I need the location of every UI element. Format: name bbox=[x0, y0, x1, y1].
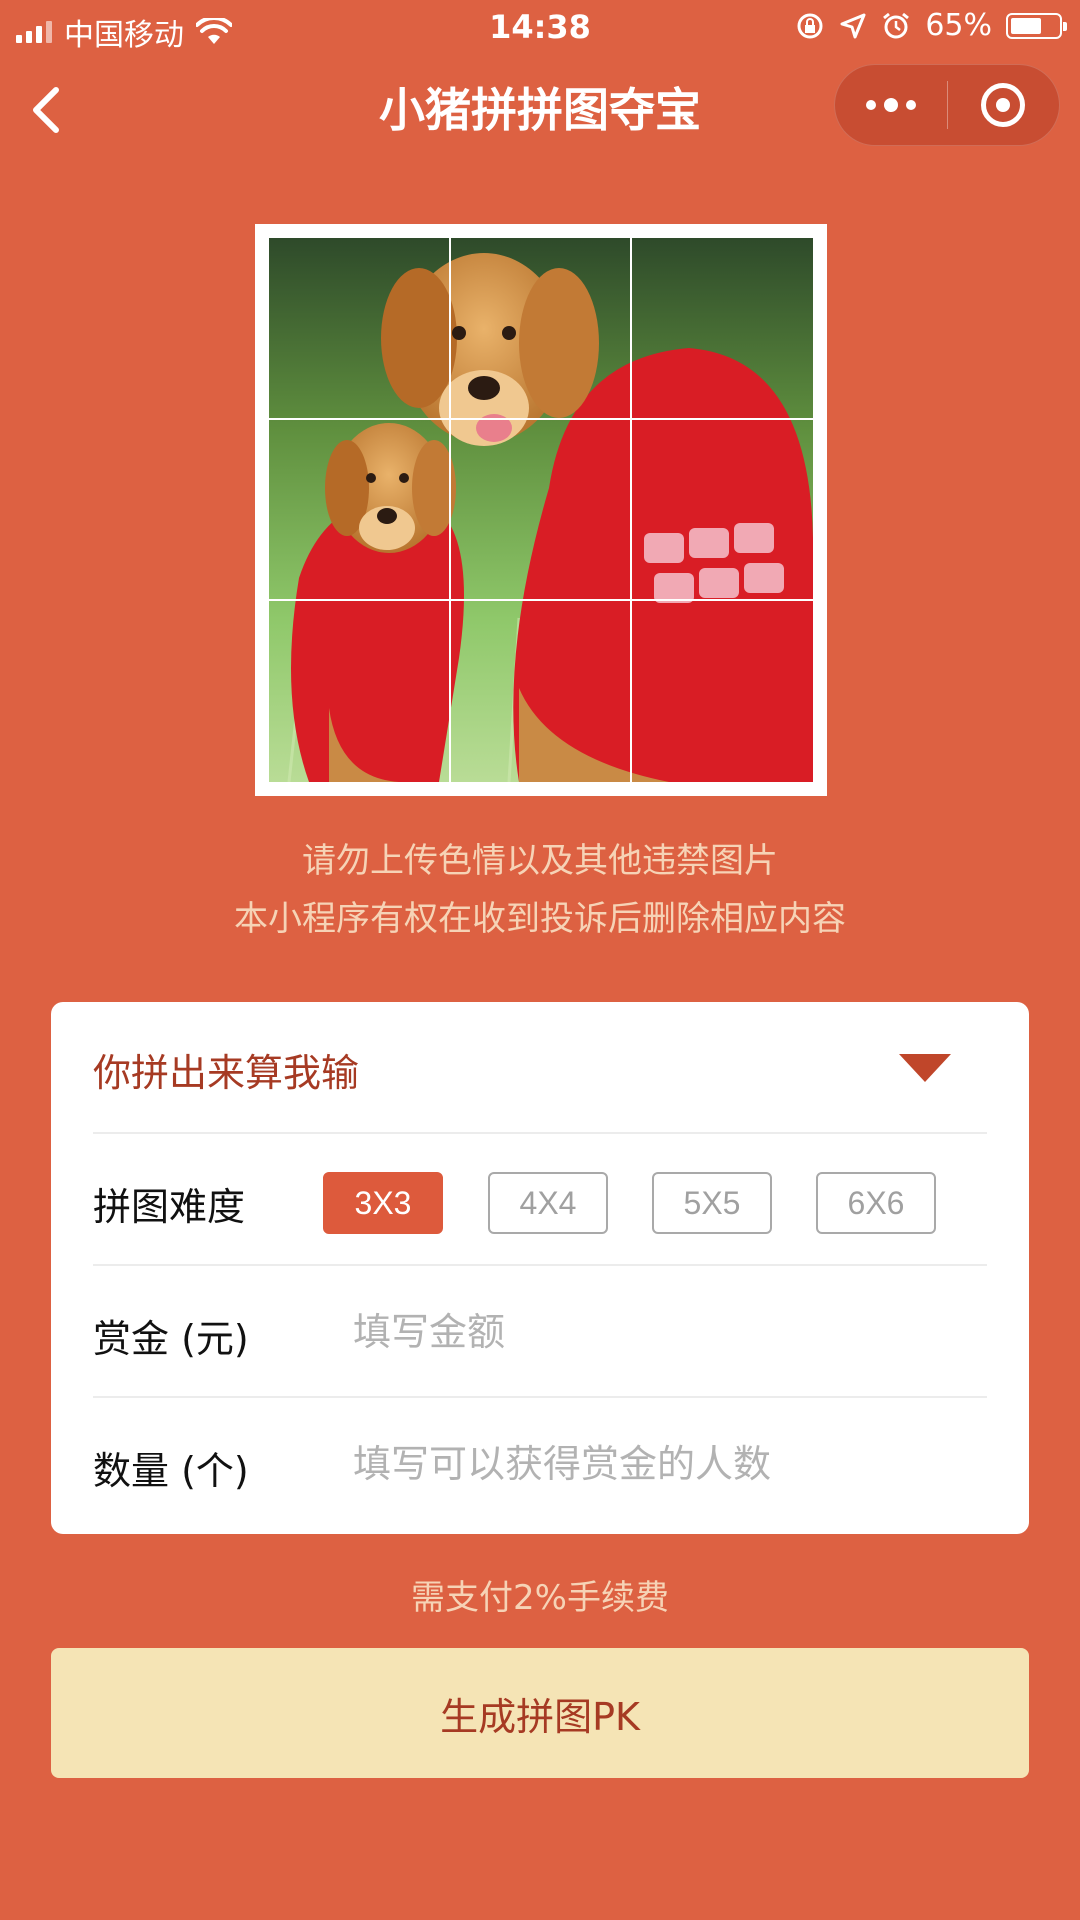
difficulty-option-6x6[interactable]: 6X6 bbox=[816, 1172, 936, 1234]
puzzle-image bbox=[269, 238, 813, 782]
difficulty-row: 拼图难度 3X3 4X4 5X5 6X6 bbox=[93, 1134, 987, 1266]
nav-bar: 小猪拼拼图夺宝 bbox=[0, 56, 1080, 156]
target-circle-icon bbox=[981, 83, 1026, 127]
grid-line bbox=[449, 238, 451, 782]
fee-note: 需支付2%手续费 bbox=[411, 1578, 669, 1618]
bounty-row: 赏金 (元) bbox=[93, 1266, 987, 1398]
battery-percent: 65% bbox=[925, 8, 992, 43]
status-right: 65% bbox=[795, 8, 1067, 43]
battery-fill bbox=[1011, 17, 1041, 34]
bounty-label: 赏金 (元) bbox=[93, 1317, 249, 1361]
close-button[interactable] bbox=[948, 65, 1060, 145]
count-label: 数量 (个) bbox=[93, 1449, 249, 1493]
generate-puzzle-pk-button[interactable]: 生成拼图PK bbox=[51, 1648, 1029, 1778]
settings-card: 你拼出来算我输 拼图难度 3X3 4X4 5X5 6X6 赏金 (元) 数量 (… bbox=[51, 1002, 1029, 1534]
grid-line bbox=[269, 418, 813, 420]
status-bar: 中国移动 14:38 65% bbox=[0, 0, 1080, 56]
upload-notice: 请勿上传色情以及其他违禁图片 本小程序有权在收到投诉后删除相应内容 bbox=[0, 832, 1080, 948]
mode-selector[interactable]: 你拼出来算我输 bbox=[93, 1002, 987, 1134]
bounty-amount-input[interactable] bbox=[353, 1302, 973, 1362]
count-row: 数量 (个) bbox=[93, 1398, 987, 1530]
mode-selected-label: 你拼出来算我输 bbox=[93, 1051, 360, 1095]
grid-line bbox=[269, 599, 813, 601]
rotation-lock-icon bbox=[797, 13, 823, 38]
alarm-icon bbox=[883, 12, 910, 38]
more-dots-icon bbox=[865, 98, 916, 112]
more-button[interactable] bbox=[835, 65, 947, 145]
difficulty-option-5x5[interactable]: 5X5 bbox=[652, 1172, 772, 1234]
difficulty-label: 拼图难度 bbox=[93, 1185, 246, 1229]
winner-count-input[interactable] bbox=[353, 1434, 973, 1494]
puzzle-image-frame[interactable] bbox=[255, 224, 827, 796]
difficulty-option-3x3[interactable]: 3X3 bbox=[323, 1172, 443, 1234]
mini-program-capsule bbox=[834, 64, 1060, 146]
grid-line bbox=[630, 238, 632, 782]
notice-line-2: 本小程序有权在收到投诉后删除相应内容 bbox=[234, 899, 846, 939]
difficulty-option-4x4[interactable]: 4X4 bbox=[488, 1172, 608, 1234]
notice-line-1: 请勿上传色情以及其他违禁图片 bbox=[302, 841, 778, 881]
caret-down-icon bbox=[899, 1054, 951, 1082]
location-icon bbox=[840, 13, 866, 38]
battery-icon bbox=[1006, 12, 1067, 39]
dog-photo-illustration bbox=[269, 238, 813, 782]
